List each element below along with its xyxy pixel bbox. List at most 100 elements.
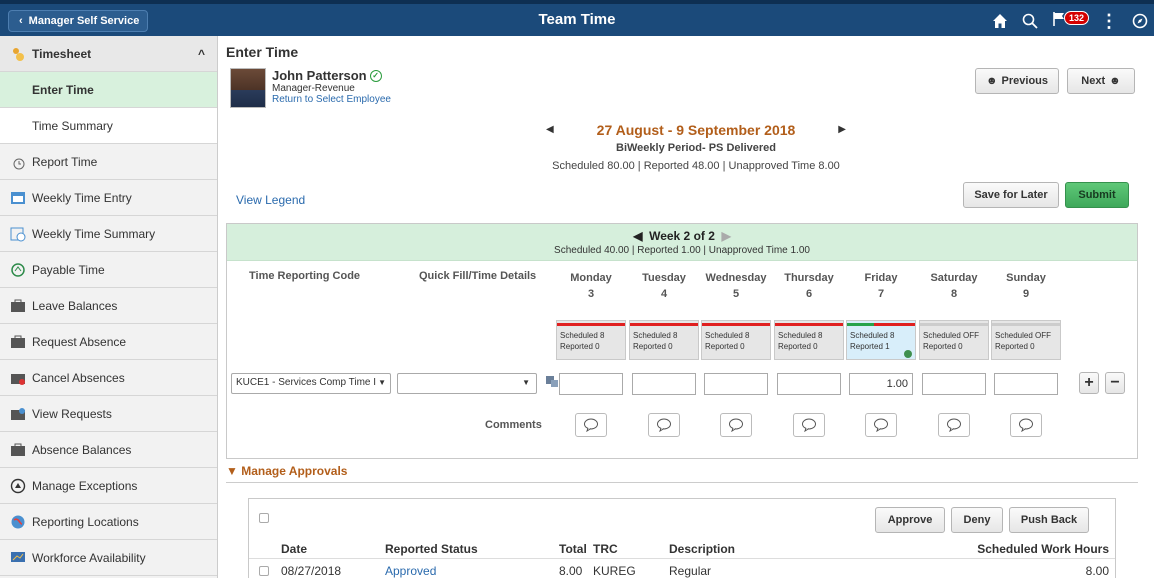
scheduled-text: Scheduled OFF xyxy=(995,331,1052,340)
deny-button[interactable]: Deny xyxy=(951,507,1003,533)
sidebar-item-payable-time[interactable]: Payable Time xyxy=(0,252,217,288)
column-header-reported-status: Reported Status xyxy=(385,542,478,556)
trc-select-value: KUCE1 - Services Comp Time I xyxy=(236,377,377,388)
sidebar-item-manage-exceptions[interactable]: Manage Exceptions xyxy=(0,468,217,504)
approve-button[interactable]: Approve xyxy=(875,507,945,533)
push-back-label: Push Back xyxy=(1020,514,1078,526)
manage-approvals-toggle[interactable]: ▼ Manage Approvals xyxy=(226,464,347,478)
sidebar-item-label: Reporting Locations xyxy=(32,514,139,529)
scheduled-text: Scheduled 8 xyxy=(778,331,823,340)
payable-time-icon xyxy=(10,262,26,278)
reported-text: Reported 0 xyxy=(923,342,963,351)
sidebar-item-workforce-availability[interactable]: Workforce Availability xyxy=(0,540,217,576)
search-icon[interactable] xyxy=(1022,13,1038,29)
sidebar-item-request-absence[interactable]: Request Absence xyxy=(0,324,217,360)
scheduled-text: Scheduled 8 xyxy=(705,331,750,340)
save-for-later-button[interactable]: Save for Later xyxy=(963,182,1059,208)
submit-button[interactable]: Submit xyxy=(1065,182,1129,208)
sidebar-item-report-time[interactable]: Report Time xyxy=(0,144,217,180)
sidebar: Timesheet ^ Enter Time Time Summary Repo… xyxy=(0,36,218,578)
comment-button[interactable] xyxy=(1010,413,1042,437)
remove-row-button[interactable]: − xyxy=(1105,372,1125,394)
trc-select[interactable]: KUCE1 - Services Comp Time I ▼ xyxy=(231,373,391,394)
status-strip xyxy=(702,323,770,326)
sidebar-item-absence-balances[interactable]: Absence Balances xyxy=(0,432,217,468)
row-checkbox[interactable] xyxy=(259,566,269,576)
sidebar-item-label: Absence Balances xyxy=(32,442,132,457)
schedule-tile[interactable]: Scheduled OFF Reported 0 xyxy=(991,320,1061,360)
sidebar-item-label: Leave Balances xyxy=(32,298,118,313)
sidebar-item-label: Manage Exceptions xyxy=(32,478,138,493)
sidebar-item-reporting-locations[interactable]: Reporting Locations xyxy=(0,504,217,540)
schedule-tile[interactable]: Scheduled OFF Reported 0 xyxy=(919,320,989,360)
row-status-link[interactable]: Approved xyxy=(385,564,436,578)
day-hours-input[interactable] xyxy=(777,373,841,395)
column-header-scheduled-work-hours: Scheduled Work Hours xyxy=(977,542,1109,556)
navbar-icon[interactable] xyxy=(1132,13,1148,29)
notifications-button[interactable]: 132 xyxy=(1052,11,1090,31)
reported-text: Reported 0 xyxy=(995,342,1035,351)
related-actions-icon[interactable]: ✓ xyxy=(369,69,382,82)
comment-button[interactable] xyxy=(648,413,680,437)
sidebar-section-timesheet[interactable]: Timesheet ^ xyxy=(0,36,217,72)
time-details-icon[interactable] xyxy=(546,375,558,387)
timesheet-icon xyxy=(10,46,26,62)
top-icons: 132 ⋮ xyxy=(992,9,1148,33)
schedule-tile[interactable]: Scheduled 8 Reported 1 xyxy=(846,320,916,360)
sidebar-item-weekly-time-entry[interactable]: Weekly Time Entry xyxy=(0,180,217,216)
next-period-arrow-icon[interactable]: ▶ xyxy=(838,124,846,135)
day-hours-input[interactable] xyxy=(632,373,696,395)
sidebar-item-leave-balances[interactable]: Leave Balances xyxy=(0,288,217,324)
actions-menu-icon[interactable]: ⋮ xyxy=(1100,12,1118,30)
comment-button[interactable] xyxy=(720,413,752,437)
sidebar-item-view-requests[interactable]: View Requests xyxy=(0,396,217,432)
add-row-button[interactable]: + xyxy=(1079,372,1099,394)
period-summary: Scheduled 80.00 | Reported 48.00 | Unapp… xyxy=(552,160,840,172)
schedule-tile[interactable]: Scheduled 8 Reported 0 xyxy=(629,320,699,360)
employee-name: John Patterson xyxy=(272,68,367,83)
sidebar-item-label: Workforce Availability xyxy=(32,550,146,565)
prev-week-arrow-icon[interactable]: ◀ xyxy=(633,229,649,243)
next-button[interactable]: Next ☻ xyxy=(1067,68,1135,94)
schedule-tile[interactable]: Scheduled 8 Reported 0 xyxy=(556,320,626,360)
top-banner: ‹ Manager Self Service Team Time 132 ⋮ xyxy=(0,0,1154,36)
day-column-header: Tuesday 4 xyxy=(630,270,698,302)
comment-button[interactable] xyxy=(865,413,897,437)
day-column-header: Wednesday 5 xyxy=(702,270,770,302)
comment-button[interactable] xyxy=(938,413,970,437)
day-hours-input[interactable] xyxy=(994,373,1058,395)
column-header-date: Date xyxy=(281,542,308,556)
comment-button[interactable] xyxy=(793,413,825,437)
clock-icon xyxy=(10,154,26,170)
day-hours-input[interactable] xyxy=(559,373,623,395)
row-trc: KUREG xyxy=(593,564,636,578)
day-hours-input[interactable] xyxy=(704,373,768,395)
day-hours-input[interactable] xyxy=(922,373,986,395)
sidebar-item-weekly-time-summary[interactable]: Weekly Time Summary xyxy=(0,216,217,252)
view-legend-link[interactable]: View Legend xyxy=(236,193,305,207)
select-all-checkbox[interactable] xyxy=(259,513,269,523)
next-week-arrow-icon[interactable]: ▶ xyxy=(715,229,731,243)
day-column-header: Friday 7 xyxy=(847,270,915,302)
day-hours-input[interactable]: 1.00 xyxy=(849,373,913,395)
scheduled-text: Scheduled OFF xyxy=(923,331,980,340)
row-total: 8.00 xyxy=(559,564,583,578)
employee-photo xyxy=(230,68,266,108)
return-to-select-employee-link[interactable]: Return to Select Employee xyxy=(272,94,391,105)
schedule-tile[interactable]: Scheduled 8 Reported 0 xyxy=(774,320,844,360)
status-strip xyxy=(847,323,915,326)
status-strip xyxy=(775,323,843,326)
quick-fill-select[interactable]: ▼ xyxy=(397,373,537,394)
speech-bubble-icon xyxy=(657,418,671,432)
sidebar-item-time-summary[interactable]: Time Summary xyxy=(0,108,217,144)
home-icon[interactable] xyxy=(992,13,1008,29)
push-back-button[interactable]: Push Back xyxy=(1009,507,1089,533)
person-icon: ☻ xyxy=(985,75,998,87)
sidebar-item-enter-time[interactable]: Enter Time xyxy=(0,72,217,108)
previous-button[interactable]: ☻ Previous xyxy=(975,68,1059,94)
schedule-tile[interactable]: Scheduled 8 Reported 0 xyxy=(701,320,771,360)
gear-icon[interactable] xyxy=(904,350,912,358)
comment-button[interactable] xyxy=(575,413,607,437)
sidebar-item-cancel-absences[interactable]: Cancel Absences xyxy=(0,360,217,396)
prev-period-arrow-icon[interactable]: ◀ xyxy=(546,124,554,135)
